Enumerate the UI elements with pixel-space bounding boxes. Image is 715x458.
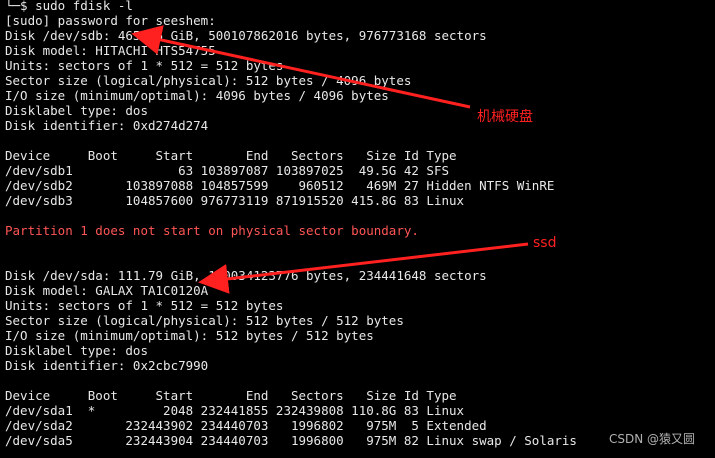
terminal-window[interactable]: └─$ sudo fdisk -l [sudo] password for se… [0,0,715,458]
sdb3-row: /dev/sdb3 104857600 976773119 871915520 … [5,193,465,208]
csdn-watermark: CSDN @猿又圆 [609,432,696,446]
sda-disklabel-line: Disklabel type: dos [5,343,148,358]
sda-disk-line: Disk /dev/sda: 111.79 GiB, 120034123776 … [5,268,487,283]
terminal-output: └─$ sudo fdisk -l [sudo] password for se… [5,0,715,448]
sda2-row: /dev/sda2 232443902 234440703 1996802 97… [5,418,487,433]
sdb-disklabel-line: Disklabel type: dos [5,103,148,118]
sda-identifier-line: Disk identifier: 0x2cbc7990 [5,358,209,373]
sudo-password-line: [sudo] password for seeshem: [5,13,216,28]
sdb-table-header: Device Boot Start End Sectors Size Id Ty… [5,148,457,163]
sdb-units-line: Units: sectors of 1 * 512 = 512 bytes [5,58,284,73]
sdb-identifier-line: Disk identifier: 0xd274d274 [5,118,209,133]
sda-table-header: Device Boot Start End Sectors Size Id Ty… [5,388,457,403]
sdb-io-size-line: I/O size (minimum/optimal): 4096 bytes /… [5,88,389,103]
sdb2-row: /dev/sdb2 103897088 104857599 960512 469… [5,178,555,193]
sda-io-size-line: I/O size (minimum/optimal): 512 bytes / … [5,328,374,343]
sda-sector-size-line: Sector size (logical/physical): 512 byte… [5,313,404,328]
sdb-sector-size-line: Sector size (logical/physical): 512 byte… [5,73,412,88]
sda-model-line: Disk model: GALAX TA1C0120A [5,283,209,298]
partition-warning-line: Partition 1 does not start on physical s… [5,223,419,238]
prompt-line: └─$ sudo fdisk -l [5,0,133,13]
ssd-annotation-label: ssd [533,235,557,251]
sda-units-line: Units: sectors of 1 * 512 = 512 bytes [5,298,284,313]
hdd-annotation-label: 机械硬盘 [477,109,533,125]
sdb-model-line: Disk model: HITACHI HTS54755 [5,43,216,58]
sdb1-row: /dev/sdb1 63 103897087 103897025 49.5G 4… [5,163,450,178]
sdb-disk-line: Disk /dev/sdb: 465.76 GiB, 500107862016 … [5,28,487,43]
sda1-row: /dev/sda1 * 2048 232441855 232439808 110… [5,403,465,418]
